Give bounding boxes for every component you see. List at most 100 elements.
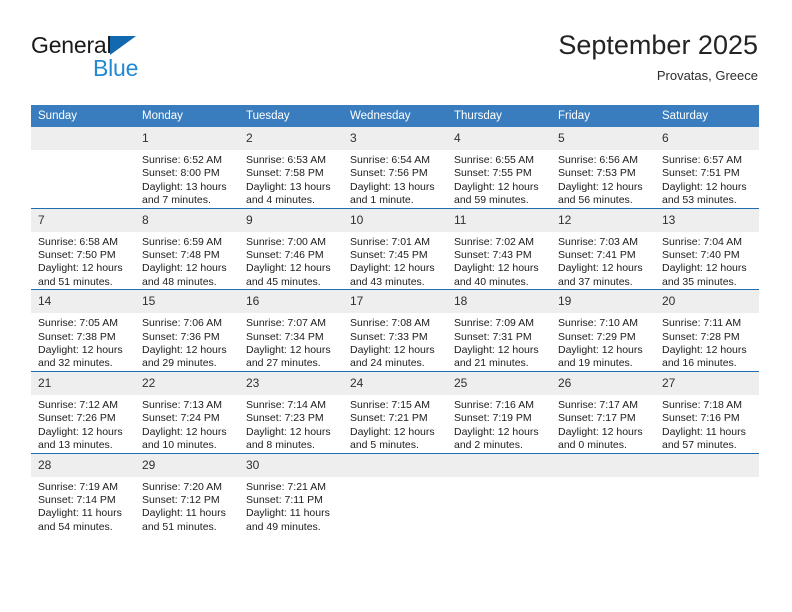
day-sunrise-text: Sunrise: 7:17 AM bbox=[558, 398, 638, 411]
day-cell[interactable]: 17 Sunrise: 7:08 AM Sunset: 7:33 PM Dayligh… bbox=[343, 289, 447, 372]
day-cell[interactable]: 27 Sunrise: 7:18 AM Sunset: 7:16 PM Dayligh… bbox=[655, 370, 759, 453]
calendar-week-row: 14 Sunrise: 7:05 AM Sunset: 7:38 PM Dayligh… bbox=[31, 289, 759, 372]
day-sunset-text: Sunset: 7:28 PM bbox=[662, 330, 740, 343]
day-details: Sunrise: 7:10 AM Sunset: 7:29 PM Daylight:… bbox=[551, 313, 655, 371]
day-sunset-text: Sunset: 7:40 PM bbox=[662, 249, 740, 262]
day-cell[interactable]: 8 Sunrise: 6:59 AM Sunset: 7:48 PM Daylight… bbox=[135, 207, 239, 290]
day-number: 11 bbox=[447, 208, 551, 232]
day-cell[interactable]: 1 Sunrise: 6:52 AM Sunset: 8:00 PM Daylight… bbox=[135, 127, 239, 208]
day-daylight1-text: Daylight: 12 hours bbox=[246, 425, 331, 438]
day-details: Sunrise: 6:52 AM Sunset: 8:00 PM Daylight:… bbox=[135, 150, 239, 208]
day-cell[interactable]: 9 Sunrise: 7:00 AM Sunset: 7:46 PM Daylight… bbox=[239, 207, 343, 290]
day-cell[interactable]: 16 Sunrise: 7:07 AM Sunset: 7:34 PM Dayligh… bbox=[239, 289, 343, 372]
day-sunrise-text: Sunrise: 7:10 AM bbox=[558, 317, 638, 330]
day-number: 14 bbox=[31, 290, 135, 314]
day-cell[interactable]: 11 Sunrise: 7:02 AM Sunset: 7:43 PM Dayligh… bbox=[447, 207, 551, 290]
weekday-header-tuesday: Tuesday bbox=[239, 105, 343, 127]
day-daylight2-text: and 57 minutes. bbox=[662, 439, 737, 452]
day-cell[interactable]: 10 Sunrise: 7:01 AM Sunset: 7:45 PM Dayligh… bbox=[343, 207, 447, 290]
day-number: 3 bbox=[343, 127, 447, 150]
day-sunrise-text: Sunrise: 7:00 AM bbox=[246, 235, 326, 248]
day-number bbox=[343, 453, 447, 477]
title-block: September 2025 Provatas, Greece bbox=[558, 28, 758, 84]
day-daylight1-text: Daylight: 12 hours bbox=[454, 262, 539, 275]
logo-general-blue[interactable]: General Blue bbox=[31, 32, 211, 88]
day-cell[interactable]: 14 Sunrise: 7:05 AM Sunset: 7:38 PM Dayligh… bbox=[31, 289, 135, 372]
day-details: Sunrise: 7:21 AM Sunset: 7:11 PM Daylight:… bbox=[239, 477, 343, 535]
day-daylight1-text: Daylight: 12 hours bbox=[558, 262, 643, 275]
day-sunset-text: Sunset: 7:58 PM bbox=[246, 167, 324, 180]
day-cell[interactable]: 3 Sunrise: 6:54 AM Sunset: 7:56 PM Daylight… bbox=[343, 127, 447, 208]
day-details: Sunrise: 7:15 AM Sunset: 7:21 PM Daylight:… bbox=[343, 395, 447, 453]
day-number: 9 bbox=[239, 208, 343, 232]
day-sunrise-text: Sunrise: 7:14 AM bbox=[246, 398, 326, 411]
day-daylight2-text: and 16 minutes. bbox=[662, 357, 737, 370]
day-cell[interactable]: 6 Sunrise: 6:57 AM Sunset: 7:51 PM Daylight… bbox=[655, 127, 759, 208]
weekday-header-sunday: Sunday bbox=[31, 105, 135, 127]
day-sunrise-text: Sunrise: 7:18 AM bbox=[662, 398, 742, 411]
day-cell[interactable]: 13 Sunrise: 7:04 AM Sunset: 7:40 PM Dayligh… bbox=[655, 207, 759, 290]
day-daylight2-text: and 29 minutes. bbox=[142, 357, 217, 370]
day-sunrise-text: Sunrise: 7:05 AM bbox=[38, 317, 118, 330]
day-details: Sunrise: 7:13 AM Sunset: 7:24 PM Daylight:… bbox=[135, 395, 239, 453]
day-details: Sunrise: 7:18 AM Sunset: 7:16 PM Daylight:… bbox=[655, 395, 759, 453]
day-daylight1-text: Daylight: 12 hours bbox=[662, 262, 747, 275]
day-sunset-text: Sunset: 7:23 PM bbox=[246, 412, 324, 425]
day-details: Sunrise: 7:14 AM Sunset: 7:23 PM Daylight:… bbox=[239, 395, 343, 453]
day-cell[interactable]: 28 Sunrise: 7:19 AM Sunset: 7:14 PM Dayligh… bbox=[31, 452, 135, 535]
day-daylight2-text: and 53 minutes. bbox=[662, 194, 737, 207]
day-daylight2-text: and 4 minutes. bbox=[246, 194, 315, 207]
day-daylight1-text: Daylight: 12 hours bbox=[558, 180, 643, 193]
day-cell[interactable]: 7 Sunrise: 6:58 AM Sunset: 7:50 PM Daylight… bbox=[31, 207, 135, 290]
day-cell[interactable]: 30 Sunrise: 7:21 AM Sunset: 7:11 PM Dayligh… bbox=[239, 452, 343, 535]
day-cell[interactable]: 20 Sunrise: 7:11 AM Sunset: 7:28 PM Dayligh… bbox=[655, 289, 759, 372]
day-cell[interactable]: 21 Sunrise: 7:12 AM Sunset: 7:26 PM Dayligh… bbox=[31, 370, 135, 453]
day-cell[interactable]: 12 Sunrise: 7:03 AM Sunset: 7:41 PM Dayligh… bbox=[551, 207, 655, 290]
day-details: Sunrise: 7:19 AM Sunset: 7:14 PM Daylight:… bbox=[31, 477, 135, 535]
day-cell[interactable]: 5 Sunrise: 6:56 AM Sunset: 7:53 PM Daylight… bbox=[551, 127, 655, 208]
day-sunset-text: Sunset: 7:14 PM bbox=[38, 493, 116, 506]
day-details: Sunrise: 7:09 AM Sunset: 7:31 PM Daylight:… bbox=[447, 313, 551, 371]
day-daylight2-text: and 7 minutes. bbox=[142, 194, 211, 207]
day-sunset-text: Sunset: 7:38 PM bbox=[38, 330, 116, 343]
day-daylight1-text: Daylight: 12 hours bbox=[142, 425, 227, 438]
day-number: 21 bbox=[31, 371, 135, 395]
day-daylight2-text: and 10 minutes. bbox=[142, 439, 217, 452]
day-details: Sunrise: 7:11 AM Sunset: 7:28 PM Daylight:… bbox=[655, 313, 759, 371]
weekday-header-monday: Monday bbox=[135, 105, 239, 127]
day-sunrise-text: Sunrise: 6:52 AM bbox=[142, 154, 222, 166]
day-cell[interactable]: 15 Sunrise: 7:06 AM Sunset: 7:36 PM Dayligh… bbox=[135, 289, 239, 372]
day-number bbox=[551, 453, 655, 477]
logo-triangle-icon bbox=[110, 36, 137, 55]
day-daylight1-text: Daylight: 12 hours bbox=[558, 344, 643, 357]
day-cell[interactable]: 18 Sunrise: 7:09 AM Sunset: 7:31 PM Dayligh… bbox=[447, 289, 551, 372]
day-cell[interactable]: 19 Sunrise: 7:10 AM Sunset: 7:29 PM Dayligh… bbox=[551, 289, 655, 372]
day-cell[interactable]: 2 Sunrise: 6:53 AM Sunset: 7:58 PM Daylight… bbox=[239, 127, 343, 208]
day-cell[interactable]: 25 Sunrise: 7:16 AM Sunset: 7:19 PM Dayligh… bbox=[447, 370, 551, 453]
day-daylight2-text: and 59 minutes. bbox=[454, 194, 529, 207]
day-daylight1-text: Daylight: 12 hours bbox=[350, 262, 435, 275]
day-daylight2-text: and 24 minutes. bbox=[350, 357, 425, 370]
day-details: Sunrise: 7:03 AM Sunset: 7:41 PM Daylight:… bbox=[551, 232, 655, 290]
day-cell[interactable]: 4 Sunrise: 6:55 AM Sunset: 7:55 PM Daylight… bbox=[447, 127, 551, 208]
day-cell[interactable]: 24 Sunrise: 7:15 AM Sunset: 7:21 PM Dayligh… bbox=[343, 370, 447, 453]
day-number: 28 bbox=[31, 453, 135, 477]
day-cell[interactable]: 23 Sunrise: 7:14 AM Sunset: 7:23 PM Dayligh… bbox=[239, 370, 343, 453]
day-number: 23 bbox=[239, 371, 343, 395]
day-number: 15 bbox=[135, 290, 239, 314]
day-daylight2-text: and 19 minutes. bbox=[558, 357, 633, 370]
day-number bbox=[31, 127, 135, 150]
day-sunrise-text: Sunrise: 7:11 AM bbox=[662, 317, 742, 330]
day-daylight2-text: and 51 minutes. bbox=[38, 275, 113, 288]
day-cell[interactable]: 29 Sunrise: 7:20 AM Sunset: 7:12 PM Dayligh… bbox=[135, 452, 239, 535]
day-cell[interactable]: 26 Sunrise: 7:17 AM Sunset: 7:17 PM Dayligh… bbox=[551, 370, 655, 453]
calendar-week-row: 1 Sunrise: 6:52 AM Sunset: 8:00 PM Daylight… bbox=[31, 127, 759, 208]
calendar-week-row: 28 Sunrise: 7:19 AM Sunset: 7:14 PM Dayligh… bbox=[31, 452, 759, 535]
day-details: Sunrise: 7:06 AM Sunset: 7:36 PM Daylight:… bbox=[135, 313, 239, 371]
day-number: 22 bbox=[135, 371, 239, 395]
day-cell[interactable]: 22 Sunrise: 7:13 AM Sunset: 7:24 PM Dayligh… bbox=[135, 370, 239, 453]
day-daylight1-text: Daylight: 12 hours bbox=[38, 425, 123, 438]
day-sunset-text: Sunset: 7:43 PM bbox=[454, 249, 532, 262]
day-number: 16 bbox=[239, 290, 343, 314]
day-number: 25 bbox=[447, 371, 551, 395]
